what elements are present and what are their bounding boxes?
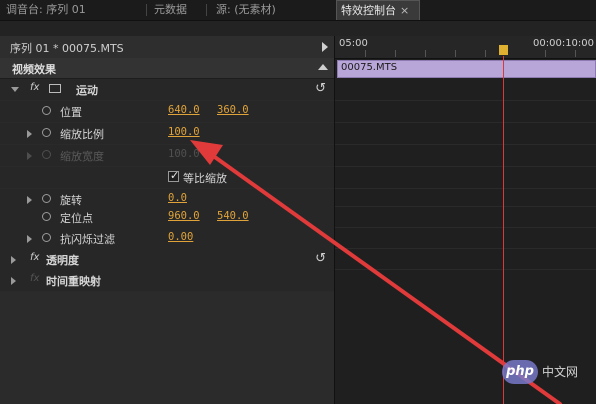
time-remapping-label: 时间重映射 <box>46 275 101 288</box>
expand-right-icon[interactable] <box>11 256 16 264</box>
clip-name: 00075.MTS <box>341 62 398 73</box>
row-divider <box>335 188 596 189</box>
watermark-logo: php <box>502 360 538 384</box>
scale-label: 缩放比例 <box>60 128 104 141</box>
sequence-header: 序列 01 * 00075.MTS <box>0 36 334 59</box>
expand-right-icon[interactable] <box>11 277 16 285</box>
fx-icon[interactable]: fx <box>30 82 39 93</box>
row-divider <box>335 166 596 167</box>
anchor-x-value[interactable]: 960.0 <box>168 210 200 222</box>
position-label: 位置 <box>60 106 82 119</box>
play-triangle-icon[interactable] <box>322 42 328 52</box>
ruler-tick <box>545 50 546 57</box>
expand-down-icon[interactable] <box>11 87 19 92</box>
stopwatch-icon[interactable] <box>42 106 51 115</box>
position-x-value[interactable]: 640.0 <box>168 104 200 116</box>
row-divider <box>335 206 596 207</box>
tab-effect-controls[interactable]: 特效控制台 × <box>336 0 420 20</box>
tab-separator <box>206 4 207 16</box>
watermark: php 中文网 <box>502 360 588 384</box>
reset-icon[interactable]: ↺ <box>315 81 326 96</box>
ruler-start-time: 05:00 <box>339 38 368 49</box>
anchor-point-label: 定位点 <box>60 212 93 225</box>
row-divider <box>335 227 596 228</box>
watermark-text: 中文网 <box>542 365 579 379</box>
antiflicker-label: 抗闪烁过滤 <box>60 233 115 246</box>
uniform-scale-label: 等比缩放 <box>183 172 227 185</box>
ruler-tick <box>485 50 486 57</box>
property-row-uniform-scale: ✓ 等比缩放 <box>0 167 334 189</box>
sequence-clip-name: 序列 01 * 00075.MTS <box>10 42 124 55</box>
ruler-tick <box>455 50 456 57</box>
property-row-scale: 缩放比例 100.0 <box>0 123 334 145</box>
motion-transform-icon[interactable] <box>49 84 61 93</box>
effect-row-opacity[interactable]: fx 透明度 ↺ <box>0 249 334 271</box>
ruler-tick <box>395 50 396 57</box>
row-divider <box>335 100 596 101</box>
clip-bar[interactable]: 00075.MTS <box>337 60 596 78</box>
property-row-antiflicker: 抗闪烁过滤 0.00 <box>0 228 334 250</box>
tab-source[interactable]: 源: (无素材) <box>212 0 280 20</box>
row-divider <box>335 248 596 249</box>
scale-width-label: 缩放宽度 <box>60 150 104 163</box>
stopwatch-icon <box>42 150 51 159</box>
tab-audio-mixer[interactable]: 调音台: 序列 01 <box>2 0 90 20</box>
ruler-tick <box>365 50 366 57</box>
fx-icon: fx <box>30 273 40 284</box>
video-effects-header: 视频效果 <box>0 58 334 79</box>
rotation-label: 旋转 <box>60 194 82 207</box>
row-divider <box>335 144 596 145</box>
tab-separator <box>146 4 147 16</box>
motion-label: 运动 <box>76 84 98 97</box>
opacity-label: 透明度 <box>46 254 79 267</box>
reset-icon[interactable]: ↺ <box>315 251 326 266</box>
collapse-up-icon[interactable] <box>318 64 328 70</box>
stopwatch-icon[interactable] <box>42 194 51 203</box>
row-divider <box>335 269 596 270</box>
tab-effect-controls-label: 特效控制台 <box>341 4 396 17</box>
scale-value[interactable]: 100.0 <box>168 126 200 138</box>
effect-timeline-area[interactable] <box>334 36 596 404</box>
stopwatch-icon[interactable] <box>42 233 51 242</box>
rotation-value[interactable]: 0.0 <box>168 192 187 204</box>
scale-width-value: 100.0 <box>168 148 200 160</box>
tab-metadata[interactable]: 元数据 <box>150 0 191 20</box>
anchor-y-value[interactable]: 540.0 <box>217 210 249 222</box>
expand-right-icon[interactable] <box>27 235 32 243</box>
position-y-value[interactable]: 360.0 <box>217 104 249 116</box>
property-row-scale-width: 缩放宽度 100.0 <box>0 145 334 167</box>
expand-right-icon[interactable] <box>27 196 32 204</box>
fx-icon[interactable]: fx <box>30 252 39 263</box>
row-divider <box>335 122 596 123</box>
time-ruler[interactable]: 05:00 00:00:10:00 <box>335 36 596 59</box>
effect-row-motion[interactable]: fx 运动 ↺ <box>0 79 334 101</box>
close-icon[interactable]: × <box>400 4 409 17</box>
checkmark-icon: ✓ <box>170 169 180 182</box>
property-row-position: 位置 640.0 360.0 <box>0 101 334 123</box>
ruler-tick <box>425 50 426 57</box>
stopwatch-icon[interactable] <box>42 128 51 137</box>
ruler-tick <box>575 50 576 57</box>
current-time-indicator-handle[interactable] <box>499 45 508 55</box>
video-effects-label: 视频效果 <box>12 63 56 76</box>
effect-row-time-remapping[interactable]: fx 时间重映射 <box>0 270 334 292</box>
playhead-line[interactable] <box>503 56 504 404</box>
expand-right-icon[interactable] <box>27 130 32 138</box>
property-row-anchor-point: 定位点 960.0 540.0 <box>0 207 334 229</box>
stopwatch-icon[interactable] <box>42 212 51 221</box>
uniform-scale-checkbox[interactable]: ✓ <box>168 169 180 182</box>
ruler-end-time: 00:00:10:00 <box>533 38 595 49</box>
antiflicker-value[interactable]: 0.00 <box>168 231 193 243</box>
expand-right-icon <box>27 152 32 160</box>
